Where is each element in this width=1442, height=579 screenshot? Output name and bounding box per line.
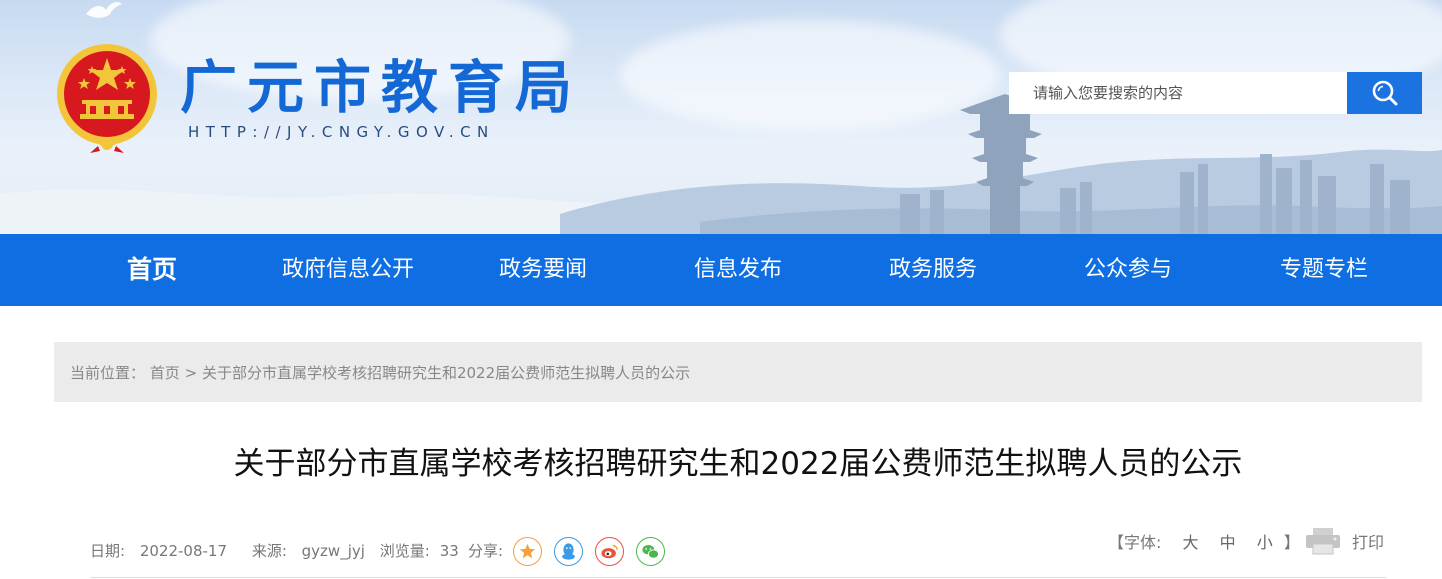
dove-icon bbox=[86, 2, 122, 18]
weibo-icon[interactable] bbox=[595, 537, 624, 566]
meta-divider bbox=[90, 577, 1386, 578]
site-url: HTTP://JY.CNGY.GOV.CN bbox=[188, 123, 495, 141]
view-count: 33 bbox=[439, 542, 459, 560]
nav-item-special-topics[interactable]: 专题专栏 bbox=[1280, 234, 1368, 306]
national-emblem-logo bbox=[57, 44, 157, 153]
nav-item-gov-info-disclosure[interactable]: 政府信息公开 bbox=[282, 234, 414, 306]
nav-item-home[interactable]: 首页 bbox=[127, 234, 177, 306]
nav-item-public-participation[interactable]: 公众参与 bbox=[1084, 234, 1172, 306]
breadcrumb: 当前位置： 首页 > 关于部分市直属学校考核招聘研究生和2022届公费师范生拟聘… bbox=[54, 342, 1422, 402]
breadcrumb-prefix: 当前位置： bbox=[70, 364, 146, 382]
article-meta: 日期: 2022-08-17 来源: gyzw_jyj 浏览量: 33 bbox=[90, 540, 479, 562]
share-label: 分享: bbox=[468, 542, 504, 560]
search-input[interactable] bbox=[1009, 72, 1347, 114]
date-label: 日期: bbox=[90, 542, 126, 560]
qq-icon[interactable] bbox=[554, 537, 583, 566]
print-label: 打印 bbox=[1352, 533, 1385, 552]
font-size-label: 【字体: bbox=[1108, 533, 1162, 552]
nav-item-gov-news[interactable]: 政务要闻 bbox=[499, 234, 587, 306]
font-size-medium-button[interactable]: 中 bbox=[1220, 533, 1236, 552]
breadcrumb-current-link[interactable]: 关于部分市直属学校考核招聘研究生和2022届公费师范生拟聘人员的公示 bbox=[202, 364, 690, 382]
breadcrumb-separator: > bbox=[184, 364, 198, 382]
font-size-large-button[interactable]: 大 bbox=[1183, 533, 1199, 552]
font-size-control: 【字体: 大 中 小 】 bbox=[1108, 532, 1300, 554]
views-label: 浏览量: bbox=[379, 542, 430, 560]
source-label: 来源: bbox=[251, 542, 287, 560]
breadcrumb-home-link[interactable]: 首页 bbox=[150, 364, 180, 382]
print-button[interactable]: 打印 bbox=[1304, 526, 1384, 556]
site-title: 广元市教育局 bbox=[180, 54, 582, 121]
site-header: 广元市教育局 HTTP://JY.CNGY.GOV.CN bbox=[0, 0, 1442, 234]
nav-item-gov-services[interactable]: 政务服务 bbox=[889, 234, 977, 306]
font-size-small-button[interactable]: 小 bbox=[1257, 533, 1273, 552]
search-button[interactable] bbox=[1347, 72, 1422, 114]
header-cloud bbox=[620, 20, 1000, 130]
printer-icon bbox=[1306, 528, 1340, 555]
article-title: 关于部分市直属学校考核招聘研究生和2022届公费师范生拟聘人员的公示 bbox=[233, 446, 1243, 482]
favorite-star-icon[interactable] bbox=[513, 537, 542, 566]
nav-item-info-release[interactable]: 信息发布 bbox=[694, 234, 782, 306]
font-size-label-close: 】 bbox=[1283, 533, 1300, 552]
main-nav: 首页 政府信息公开 政务要闻 信息发布 政务服务 公众参与 专题专栏 bbox=[0, 234, 1442, 306]
wechat-icon[interactable] bbox=[636, 537, 665, 566]
publish-date: 2022-08-17 bbox=[139, 542, 228, 560]
search-icon bbox=[1372, 80, 1397, 106]
article-source: gyzw_jyj bbox=[301, 542, 365, 560]
